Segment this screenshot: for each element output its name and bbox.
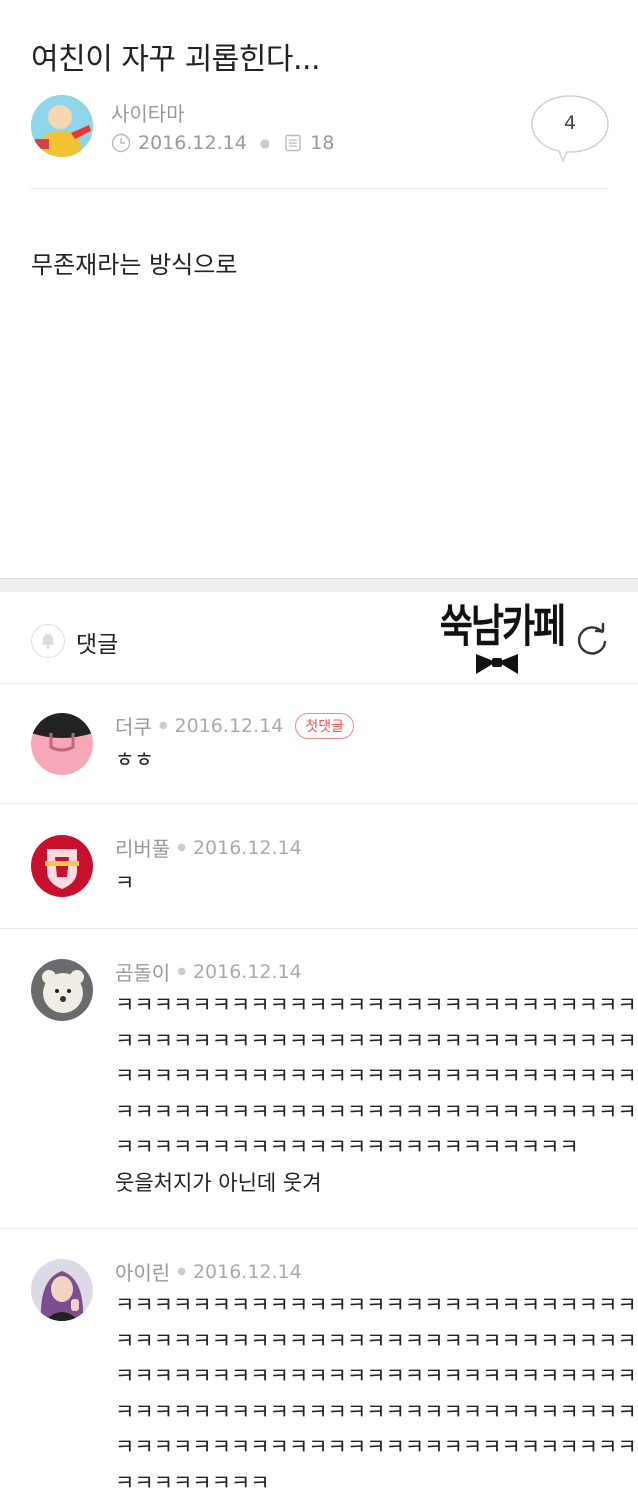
comments-toolbar: 댓글 쑥남카페 <box>0 592 638 684</box>
meta-separator: ● <box>177 966 186 977</box>
comments-label: 댓글 <box>76 632 119 658</box>
clock-icon <box>111 133 131 153</box>
comment-date: 2016.12.14 <box>192 836 302 859</box>
comment-item: 곰돌이 ● 2016.12.14 ㅋㅋㅋㅋㅋㅋㅋㅋㅋㅋㅋㅋㅋㅋㅋㅋㅋㅋㅋㅋㅋㅋㅋ… <box>0 929 638 1229</box>
commenter-name[interactable]: 더쿠 <box>115 711 152 740</box>
meta-separator: ● <box>177 842 186 853</box>
comment-header: 더쿠 ● 2016.12.14 첫댓글 <box>115 711 354 740</box>
comment-text: ㅎㅎ <box>115 748 154 772</box>
first-comment-badge: 첫댓글 <box>295 712 354 739</box>
commenter-name[interactable]: 아이린 <box>115 1257 170 1286</box>
comment-item: 아이린 ● 2016.12.14 ㅋㅋㅋㅋㅋㅋㅋㅋㅋㅋㅋㅋㅋㅋㅋㅋㅋㅋㅋㅋㅋㅋㅋ… <box>0 1229 638 1506</box>
post-body: 무존재라는 방식으로 <box>31 251 238 279</box>
commenter-avatar[interactable] <box>31 1259 93 1321</box>
commenter-name[interactable]: 곰돌이 <box>115 957 170 986</box>
comment-header: 아이린 ● 2016.12.14 <box>115 1257 302 1286</box>
comment-header: 곰돌이 ● 2016.12.14 <box>115 957 302 986</box>
meta-separator: ● <box>177 1266 186 1277</box>
post-views: 18 <box>310 132 335 154</box>
svg-text:쑥남카페: 쑥남카페 <box>440 600 564 653</box>
comment-count-button[interactable]: 4 <box>531 95 609 163</box>
comment-date: 2016.12.14 <box>174 714 284 737</box>
bell-icon <box>41 634 55 649</box>
post-date: 2016.12.14 <box>138 132 247 154</box>
comment-item: 리버풀 ● 2016.12.14 ㅋ <box>0 805 638 929</box>
comment-item: 더쿠 ● 2016.12.14 첫댓글 ㅎㅎ <box>0 684 638 804</box>
author-name[interactable]: 사이타마 <box>111 98 185 127</box>
refresh-icon[interactable] <box>574 622 610 658</box>
meta-separator: ● <box>259 136 271 150</box>
cafe-logo: 쑥남카페 <box>440 600 566 674</box>
commenter-avatar[interactable] <box>31 713 93 775</box>
comment-date: 2016.12.14 <box>192 1260 302 1283</box>
post-meta: 2016.12.14 ● 18 <box>111 132 334 154</box>
notification-button[interactable] <box>31 624 65 658</box>
document-icon <box>285 134 301 152</box>
comment-text: ㅋㅋㅋㅋㅋㅋㅋㅋㅋㅋㅋㅋㅋㅋㅋㅋㅋㅋㅋㅋㅋㅋㅋㅋㅋㅋㅋ ㅋㅋㅋㅋㅋㅋㅋㅋㅋㅋㅋㅋ… <box>115 1293 637 1495</box>
comment-count: 4 <box>563 112 577 134</box>
author-avatar[interactable] <box>31 95 93 157</box>
comment-header: 리버풀 ● 2016.12.14 <box>115 833 302 862</box>
comment-date: 2016.12.14 <box>192 960 302 983</box>
commenter-name[interactable]: 리버풀 <box>115 833 170 862</box>
header-divider <box>31 188 608 189</box>
comment-text: ㅋㅋㅋㅋㅋㅋㅋㅋㅋㅋㅋㅋㅋㅋㅋㅋㅋㅋㅋㅋㅋㅋㅋㅋㅋㅋㅋ ㅋㅋㅋㅋㅋㅋㅋㅋㅋㅋㅋㅋ… <box>115 993 637 1195</box>
commenter-avatar[interactable] <box>31 959 93 1021</box>
post-title: 여친이 자꾸 괴롭힌다... <box>31 42 321 77</box>
post-header: 여친이 자꾸 괴롭힌다... 사이타마 2016.12.14 ● 18 4 <box>0 0 638 190</box>
commenter-avatar[interactable] <box>31 835 93 897</box>
section-divider <box>0 578 638 592</box>
comment-text: ㅋ <box>115 871 135 895</box>
meta-separator: ● <box>158 720 168 731</box>
